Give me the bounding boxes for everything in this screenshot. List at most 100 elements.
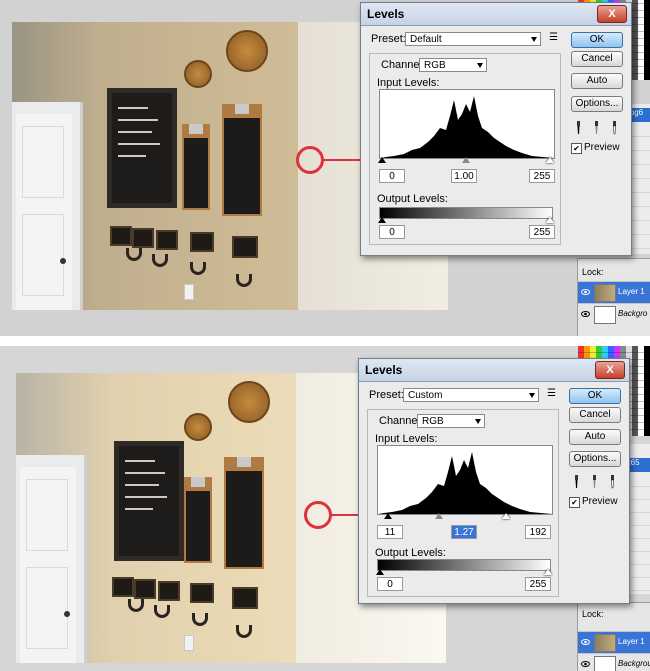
output-black-slider[interactable] — [378, 217, 386, 223]
input-white-field[interactable]: 192 — [525, 525, 551, 539]
wall-outlet — [184, 284, 194, 300]
layer-name: Backgro — [618, 309, 648, 318]
options-button[interactable]: Options... — [571, 96, 623, 112]
channel-value: RGB — [422, 416, 444, 427]
preset-menu-icon[interactable]: ☰ — [547, 389, 557, 399]
preset-select[interactable]: Custom — [403, 388, 539, 402]
output-black-field[interactable]: 0 — [377, 577, 403, 591]
output-gradient — [377, 559, 551, 571]
dialog-titlebar[interactable]: Levels X — [359, 359, 629, 382]
layer-row-layer1[interactable]: Layer 1 — [578, 281, 650, 304]
layer-name: Layer 1 — [618, 287, 645, 296]
key-hook-3 — [156, 230, 178, 250]
channel-value: RGB — [424, 60, 446, 71]
channel-select[interactable]: RGB — [417, 414, 485, 428]
layer-thumbnail — [594, 656, 616, 671]
cork-board-small — [184, 60, 212, 88]
dialog-titlebar[interactable]: Levels X — [361, 3, 631, 26]
options-button[interactable]: Options... — [569, 451, 621, 467]
ok-button[interactable]: OK — [571, 32, 623, 48]
input-white-slider[interactable] — [546, 157, 554, 163]
ok-button[interactable]: OK — [569, 388, 621, 404]
preview-label: Preview — [584, 142, 620, 153]
layer-name: Backgrou — [618, 659, 650, 668]
input-black-slider[interactable] — [384, 513, 392, 519]
layer-row-background[interactable]: Backgrou — [578, 653, 650, 671]
white-eyedropper-icon[interactable] — [611, 121, 618, 135]
input-gamma-slider[interactable] — [462, 157, 470, 163]
preview-label: Preview — [582, 496, 618, 507]
output-white-field[interactable]: 255 — [525, 577, 551, 591]
gray-eyedropper-icon[interactable] — [593, 121, 600, 135]
cork-board-large — [226, 30, 268, 72]
layer-name: Layer 1 — [618, 637, 645, 646]
preset-value: Default — [410, 34, 442, 45]
preset-menu-icon[interactable]: ☰ — [549, 33, 559, 43]
preset-value: Custom — [408, 390, 443, 401]
output-gradient — [379, 207, 553, 219]
eye-icon[interactable] — [581, 638, 590, 646]
before-screenshot: log6 In W Re W W In Ma Ma Mo Lock: Layer… — [0, 0, 650, 336]
layer-row-background[interactable]: Backgro — [578, 303, 650, 326]
lock-label: Lock: — [582, 267, 604, 277]
output-black-field[interactable]: 0 — [379, 225, 405, 239]
preset-select[interactable]: Default — [405, 32, 541, 46]
gray-eyedropper-icon[interactable] — [591, 475, 598, 489]
auto-button[interactable]: Auto — [569, 429, 621, 445]
key-hook-4 — [190, 232, 214, 252]
layers-panel: Lock: Layer 1 Backgro — [577, 258, 650, 336]
close-button[interactable]: X — [597, 5, 627, 23]
left-door — [20, 467, 76, 663]
white-eyedropper-icon[interactable] — [609, 475, 616, 489]
histogram — [379, 89, 555, 159]
input-black-field[interactable]: 0 — [379, 169, 405, 183]
clipboard-left — [182, 124, 210, 210]
input-black-field[interactable]: 11 — [377, 525, 403, 539]
input-white-slider[interactable] — [502, 513, 510, 519]
layer-row-layer1[interactable]: Layer 1 — [578, 631, 650, 654]
input-gamma-field[interactable]: 1.00 — [451, 169, 477, 183]
histogram-graph — [378, 452, 552, 514]
output-white-field[interactable]: 255 — [529, 225, 555, 239]
annotation-circle — [304, 501, 332, 529]
input-gamma-slider[interactable] — [435, 513, 443, 519]
input-levels-label: Input Levels: — [375, 433, 438, 445]
layer-thumbnail — [594, 634, 616, 652]
eye-icon[interactable] — [581, 288, 590, 296]
clipboard-left — [184, 477, 212, 563]
cancel-button[interactable]: Cancel — [571, 51, 623, 67]
histogram-graph — [380, 96, 554, 158]
lock-label: Lock: — [582, 609, 604, 619]
input-white-field[interactable]: 255 — [529, 169, 555, 183]
preview-checkbox[interactable]: ✔ — [569, 497, 580, 508]
cancel-button[interactable]: Cancel — [569, 407, 621, 423]
chalkboard — [114, 441, 184, 561]
key-hook-4 — [190, 583, 214, 603]
channel-select[interactable]: RGB — [419, 58, 487, 72]
output-levels-label: Output Levels: — [377, 193, 448, 205]
key-hook-1 — [110, 226, 132, 246]
eye-icon[interactable] — [581, 660, 590, 668]
left-door — [16, 114, 72, 310]
wall-outlet — [184, 635, 194, 651]
eye-icon[interactable] — [581, 310, 590, 318]
auto-button[interactable]: Auto — [571, 73, 623, 89]
input-black-slider[interactable] — [378, 157, 386, 163]
key-hook-2 — [132, 228, 154, 248]
annotation-circle — [296, 146, 324, 174]
input-gamma-field[interactable]: 1.27 — [451, 525, 477, 539]
clipboard-right — [222, 104, 262, 216]
black-eyedropper-icon[interactable] — [573, 475, 580, 489]
clipboard-right — [224, 457, 264, 569]
black-eyedropper-icon[interactable] — [575, 121, 582, 135]
output-white-slider[interactable] — [546, 217, 554, 223]
preview-checkbox[interactable]: ✔ — [571, 143, 582, 154]
output-black-slider[interactable] — [376, 569, 384, 575]
close-button[interactable]: X — [595, 361, 625, 379]
key-hook-3 — [158, 581, 180, 601]
output-white-slider[interactable] — [544, 569, 552, 575]
input-levels-label: Input Levels: — [377, 77, 440, 89]
key-hook-2 — [134, 579, 156, 599]
key-hook-5 — [232, 587, 258, 609]
chalkboard — [107, 88, 177, 208]
